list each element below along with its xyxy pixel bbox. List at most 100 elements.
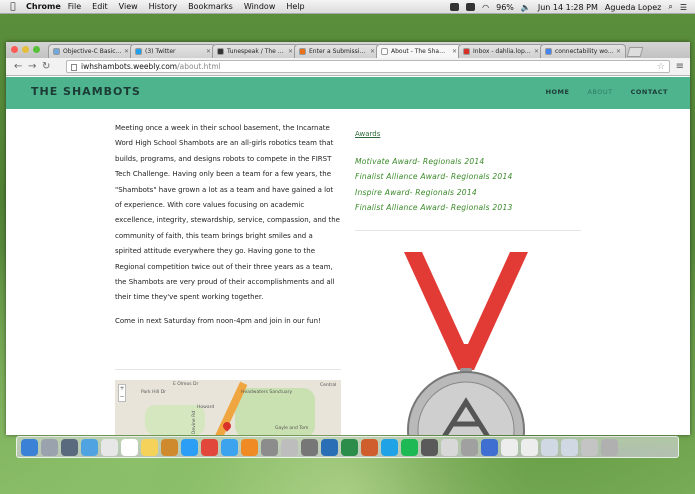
- volume-icon[interactable]: 🔈: [521, 3, 531, 12]
- tab-close-icon[interactable]: ✕: [288, 48, 293, 55]
- tab-close-icon[interactable]: ✕: [452, 48, 457, 55]
- address-bar[interactable]: iwhshambots.weebly.com/about.html ☆: [66, 60, 670, 73]
- menu-file[interactable]: File: [68, 2, 81, 11]
- notes-icon[interactable]: [141, 439, 158, 456]
- app-menu[interactable]: Chrome: [26, 2, 61, 11]
- tab[interactable]: Enter a Submission | Sc✕: [294, 44, 380, 58]
- tab[interactable]: connectability word - G✕: [540, 44, 626, 58]
- tab-title: Inbox - dahlia.lopez@g: [473, 48, 532, 55]
- embedded-map[interactable]: + − E Olmos Dr Park Hill Dr Headwaters Sa…: [115, 380, 341, 435]
- award-item: Finalist Alliance Award- Regionals 2014: [355, 172, 513, 182]
- app-icon[interactable]: [421, 439, 438, 456]
- mac-menu-bar:  Chrome File Edit View History Bookmark…: [0, 0, 695, 14]
- tab-close-icon[interactable]: ✕: [370, 48, 375, 55]
- close-window-icon[interactable]: [11, 46, 18, 53]
- apple-menu-icon[interactable]: : [6, 2, 20, 12]
- map-zoom-control[interactable]: + −: [118, 384, 126, 402]
- spotlight-icon[interactable]: ⌕: [668, 2, 672, 12]
- trash-icon[interactable]: [601, 439, 618, 456]
- site-header: THE SHAMBOTS HOME ABOUT CONTACT: [6, 77, 690, 109]
- mail-icon[interactable]: [81, 439, 98, 456]
- tab[interactable]: Tunespeak / The Ready✕: [212, 44, 298, 58]
- map-label: Gayle and Tom: [275, 426, 309, 431]
- safari-icon[interactable]: [181, 439, 198, 456]
- chrome-icon[interactable]: [201, 439, 218, 456]
- battery-level[interactable]: 96%: [496, 3, 514, 12]
- nav-about[interactable]: ABOUT: [587, 88, 612, 96]
- excel-icon[interactable]: [341, 439, 358, 456]
- tab-title: connectability word - G: [555, 48, 614, 55]
- powerpoint-icon[interactable]: [361, 439, 378, 456]
- preview-icon[interactable]: [441, 439, 458, 456]
- nav-contact[interactable]: CONTACT: [631, 88, 668, 96]
- tab-close-icon[interactable]: ✕: [534, 48, 539, 55]
- launchpad-icon[interactable]: [41, 439, 58, 456]
- web-page: THE SHAMBOTS HOME ABOUT CONTACT Meeting …: [6, 77, 690, 435]
- awards-link[interactable]: Awards: [355, 130, 380, 138]
- user-name[interactable]: Agueda Lopez: [605, 3, 661, 12]
- xcode-icon[interactable]: [481, 439, 498, 456]
- document-icon[interactable]: [501, 439, 518, 456]
- minimize-window-icon[interactable]: [22, 46, 29, 53]
- app-icon[interactable]: [301, 439, 318, 456]
- app-icon[interactable]: [281, 439, 298, 456]
- documents-stack-icon[interactable]: [561, 439, 578, 456]
- spotify-icon[interactable]: [401, 439, 418, 456]
- tab-favicon-icon: [299, 48, 306, 55]
- wifi-icon[interactable]: ◠: [482, 3, 489, 12]
- tab[interactable]: About - The Shambots✕: [376, 44, 462, 58]
- map-label: Howard: [197, 405, 215, 410]
- bookmark-star-icon[interactable]: ☆: [657, 61, 665, 73]
- tab[interactable]: (3) Twitter ✕: [130, 44, 216, 58]
- chrome-menu-icon[interactable]: ≡: [676, 61, 684, 72]
- word-icon[interactable]: [321, 439, 338, 456]
- menu-window[interactable]: Window: [244, 2, 276, 11]
- menu-help[interactable]: Help: [286, 2, 304, 11]
- reload-icon[interactable]: ↻: [42, 61, 50, 72]
- forward-arrow-icon[interactable]: →: [28, 61, 36, 72]
- app-icon[interactable]: [581, 439, 598, 456]
- skype-icon[interactable]: [381, 439, 398, 456]
- nav-home[interactable]: HOME: [546, 88, 570, 96]
- tab-favicon-icon: [463, 48, 470, 55]
- zoom-window-icon[interactable]: [33, 46, 40, 53]
- tab-title: Objective-C Basics Dev: [63, 48, 122, 55]
- site-title[interactable]: THE SHAMBOTS: [31, 85, 141, 98]
- app-icon[interactable]: [461, 439, 478, 456]
- url-path: /about.html: [177, 62, 221, 71]
- award-item: Finalist Alliance Award- Regionals 2013: [355, 203, 513, 213]
- status-icon[interactable]: [450, 3, 460, 11]
- app-icon[interactable]: [261, 439, 278, 456]
- tab-favicon-icon: [545, 48, 552, 55]
- calendar-icon[interactable]: [121, 439, 138, 456]
- mission-control-icon[interactable]: [61, 439, 78, 456]
- site-nav: HOME ABOUT CONTACT: [546, 88, 668, 96]
- browser-toolbar: ← → ↻ iwhshambots.weebly.com/about.html …: [6, 58, 690, 76]
- tab-strip: Objective-C Basics Dev✕ (3) Twitter✕ Tun…: [6, 42, 690, 58]
- ibooks-icon[interactable]: [161, 439, 178, 456]
- tab-close-icon[interactable]: ✕: [616, 48, 621, 55]
- time-machine-icon[interactable]: [466, 3, 476, 11]
- award-item: Inspire Award- Regionals 2014: [355, 187, 477, 197]
- notification-center-icon[interactable]: ☰: [680, 3, 687, 12]
- finder-icon[interactable]: [21, 439, 38, 456]
- tab[interactable]: Inbox - dahlia.lopez@g✕: [458, 44, 544, 58]
- back-arrow-icon[interactable]: ←: [14, 61, 22, 72]
- clock[interactable]: Jun 14 1:28 PM: [538, 3, 598, 12]
- tab-title: (3) Twitter: [145, 48, 176, 55]
- document-icon[interactable]: [521, 439, 538, 456]
- downloads-stack-icon[interactable]: [541, 439, 558, 456]
- vlc-icon[interactable]: [241, 439, 258, 456]
- mac-dock: [16, 436, 679, 458]
- chrome-window: Objective-C Basics Dev✕ (3) Twitter✕ Tun…: [6, 42, 690, 435]
- itunes-icon[interactable]: [221, 439, 238, 456]
- menu-history[interactable]: History: [149, 2, 177, 11]
- menu-bookmarks[interactable]: Bookmarks: [188, 2, 233, 11]
- contacts-icon[interactable]: [101, 439, 118, 456]
- menu-view[interactable]: View: [119, 2, 138, 11]
- menu-edit[interactable]: Edit: [92, 2, 108, 11]
- tab-close-icon[interactable]: ✕: [124, 48, 129, 55]
- new-tab-button[interactable]: [626, 47, 644, 57]
- tab-close-icon[interactable]: ✕: [206, 48, 211, 55]
- tab[interactable]: Objective-C Basics Dev✕: [48, 44, 134, 58]
